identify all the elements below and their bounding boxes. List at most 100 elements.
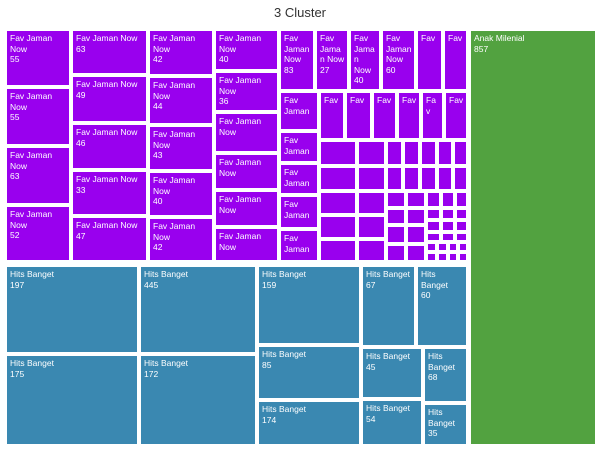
treemap-cell[interactable]: Hits Banget 445: [139, 265, 257, 354]
treemap-cell[interactable]: Hits Banget 35: [423, 403, 468, 446]
treemap-cell[interactable]: Fav Jaman: [279, 195, 319, 229]
treemap-cell-small[interactable]: [453, 166, 468, 191]
treemap-cell[interactable]: Fav Jaman Now 47: [71, 216, 148, 262]
treemap-cell-small[interactable]: [426, 191, 441, 208]
treemap-cell[interactable]: Fav Jaman Now: [214, 190, 279, 227]
treemap-cell[interactable]: Fav: [397, 91, 421, 140]
treemap-cell-small[interactable]: [455, 232, 468, 242]
treemap-cell-small[interactable]: [437, 166, 453, 191]
treemap-cell-small[interactable]: [386, 166, 403, 191]
treemap-cell[interactable]: Hits Banget 175: [5, 354, 139, 446]
treemap-cell-small[interactable]: [426, 232, 441, 242]
treemap-cell-small[interactable]: [453, 140, 468, 166]
treemap-cell-small[interactable]: [426, 252, 437, 262]
treemap-cell[interactable]: Fav Jaman Now 52: [5, 205, 71, 262]
treemap-cell[interactable]: Hits Banget 54: [361, 399, 423, 446]
treemap-cell-small[interactable]: [437, 140, 453, 166]
treemap-cell[interactable]: Fav Jaman: [279, 91, 319, 131]
treemap-cell[interactable]: Hits Banget 159: [257, 265, 361, 345]
treemap-cell-small[interactable]: [437, 242, 448, 252]
treemap-cell-small[interactable]: [403, 140, 420, 166]
treemap-cell-small[interactable]: [455, 220, 468, 232]
treemap-cell[interactable]: Fav Jaman: [279, 163, 319, 195]
treemap-cell[interactable]: Fav Jaman: [279, 229, 319, 262]
treemap-cell-small[interactable]: [406, 244, 426, 262]
treemap-cell-small[interactable]: [420, 140, 437, 166]
treemap-cell-small[interactable]: [403, 166, 420, 191]
treemap-cell-small[interactable]: [426, 242, 437, 252]
treemap-cell[interactable]: Anak Milenial 857: [469, 29, 597, 446]
treemap-cell-small[interactable]: [357, 140, 386, 166]
treemap-cell[interactable]: Fav: [416, 29, 443, 91]
treemap-cell[interactable]: Fav Jaman Now 60: [381, 29, 416, 91]
treemap-cell-small[interactable]: [406, 225, 426, 244]
treemap-cell[interactable]: Fav Jaman Now 55: [5, 29, 71, 87]
treemap-cell-small[interactable]: [458, 242, 468, 252]
treemap-cell[interactable]: Fav Jaman Now 49: [71, 75, 148, 123]
treemap-cell[interactable]: Hits Banget 60: [416, 265, 468, 347]
treemap-cell[interactable]: Fav: [421, 91, 444, 140]
treemap-cell-small[interactable]: [319, 215, 357, 239]
treemap-cell-small[interactable]: [319, 166, 357, 191]
treemap-cell-small[interactable]: [420, 166, 437, 191]
treemap-cell-small[interactable]: [406, 191, 426, 208]
treemap-cell-small[interactable]: [458, 252, 468, 262]
treemap-cell[interactable]: Fav Jaman Now 27: [315, 29, 349, 91]
treemap-cell-small[interactable]: [386, 225, 406, 244]
treemap-cell[interactable]: Fav Jaman Now 63: [71, 29, 148, 75]
treemap-cell[interactable]: Hits Banget 174: [257, 400, 361, 446]
treemap-cell-small[interactable]: [441, 232, 455, 242]
treemap-cell[interactable]: Fav: [345, 91, 372, 140]
treemap-cell-small[interactable]: [441, 220, 455, 232]
treemap-cell[interactable]: Fav: [372, 91, 397, 140]
treemap-cell-small[interactable]: [455, 191, 468, 208]
treemap-cell[interactable]: Fav: [319, 91, 345, 140]
treemap-cell-small[interactable]: [437, 252, 448, 262]
treemap-cell-small[interactable]: [386, 244, 406, 262]
treemap-cell[interactable]: Fav Jaman Now 55: [5, 87, 71, 146]
treemap-cell-small[interactable]: [441, 191, 455, 208]
treemap-cell-small[interactable]: [386, 140, 403, 166]
treemap-cell[interactable]: Fav Jaman Now: [214, 153, 279, 190]
treemap-cell-small[interactable]: [357, 191, 386, 215]
treemap-cell-small[interactable]: [357, 239, 386, 262]
treemap-cell-small[interactable]: [426, 208, 441, 220]
treemap-cell[interactable]: Fav Jaman Now 40: [148, 171, 214, 217]
treemap-cell-small[interactable]: [455, 208, 468, 220]
treemap-cell[interactable]: Fav Jaman Now 42: [148, 217, 214, 262]
treemap-cell-small[interactable]: [386, 191, 406, 208]
treemap-cell[interactable]: Fav Jaman Now: [214, 227, 279, 262]
treemap-cell-small[interactable]: [319, 239, 357, 262]
treemap-cell[interactable]: Hits Banget 45: [361, 347, 423, 399]
treemap-cell[interactable]: Fav Jaman Now 44: [148, 76, 214, 125]
treemap-cell-small[interactable]: [448, 242, 458, 252]
treemap-cell-small[interactable]: [406, 208, 426, 225]
treemap-cell-small[interactable]: [448, 252, 458, 262]
treemap-cell[interactable]: Fav Jaman Now 40: [214, 29, 279, 71]
treemap-cell[interactable]: Hits Banget 172: [139, 354, 257, 446]
treemap-cell-small[interactable]: [319, 191, 357, 215]
treemap-cell-small[interactable]: [357, 166, 386, 191]
treemap-cell[interactable]: Fav: [444, 91, 468, 140]
treemap-cell-small[interactable]: [426, 220, 441, 232]
treemap-cell-small[interactable]: [386, 208, 406, 225]
treemap-cell[interactable]: Fav Jaman Now 36: [214, 71, 279, 112]
treemap-cell[interactable]: Hits Banget 68: [423, 347, 468, 403]
treemap-cell[interactable]: Fav Jaman Now: [214, 112, 279, 153]
treemap-cell[interactable]: Hits Banget 67: [361, 265, 416, 347]
treemap-cell[interactable]: Fav Jaman Now 43: [148, 125, 214, 171]
treemap-cell[interactable]: Fav Jaman Now 83: [279, 29, 315, 91]
treemap-cell[interactable]: Hits Banget 197: [5, 265, 139, 354]
treemap-cell[interactable]: Fav Jaman: [279, 131, 319, 163]
treemap-cell[interactable]: Fav Jaman Now 40: [349, 29, 381, 91]
treemap-cell[interactable]: Fav Jaman Now 33: [71, 170, 148, 216]
treemap-cell[interactable]: Fav Jaman Now 46: [71, 123, 148, 170]
treemap-cell-small[interactable]: [441, 208, 455, 220]
treemap-cell-small[interactable]: [319, 140, 357, 166]
treemap-cell-small[interactable]: [357, 215, 386, 239]
treemap-cell[interactable]: Hits Banget 85: [257, 345, 361, 400]
treemap-cell[interactable]: Fav: [443, 29, 468, 91]
treemap-cell[interactable]: Fav Jaman Now 63: [5, 146, 71, 205]
treemap-cell[interactable]: Fav Jaman Now 42: [148, 29, 214, 76]
cell-value: 42: [153, 54, 163, 64]
